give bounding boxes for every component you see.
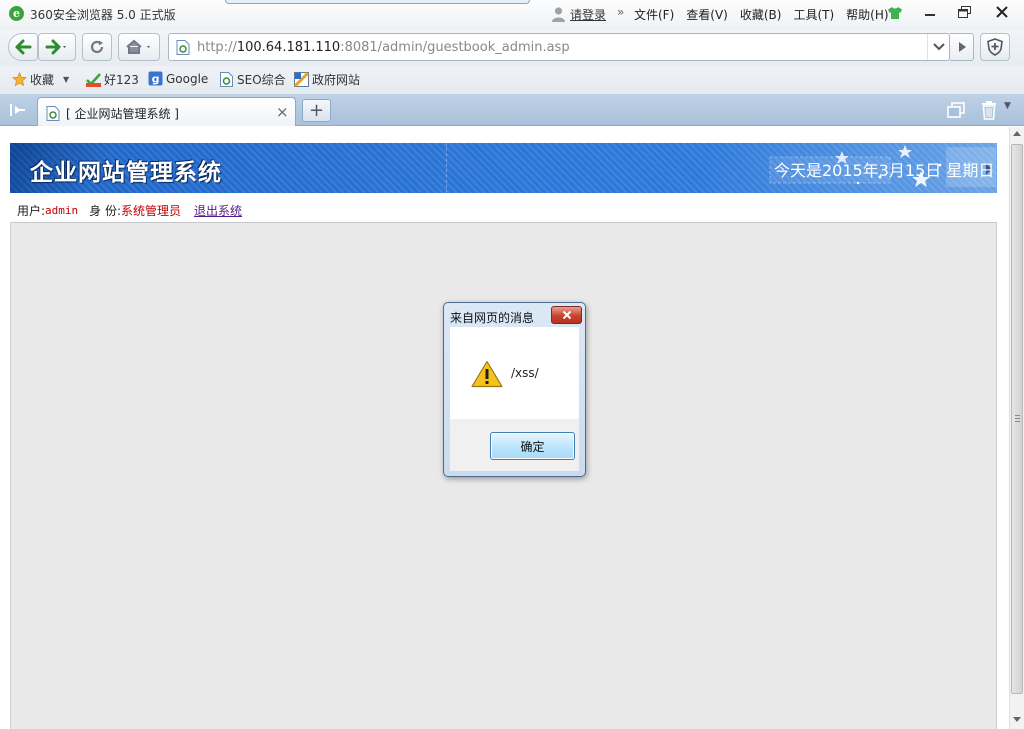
bookmark-seo-label: SEO综合 — [237, 73, 286, 87]
minimize-icon — [925, 14, 935, 16]
refresh-icon — [90, 40, 104, 54]
banner-divider — [446, 143, 447, 193]
site-banner: 企业网站管理系统 今天是2015年3月15日 星期日 — [10, 143, 997, 193]
scroll-up-icon[interactable] — [1013, 131, 1021, 136]
address-url-path: :8081/admin/guestbook_admin.asp — [340, 40, 570, 55]
user-label: 用户: — [17, 203, 46, 218]
home-icon — [126, 39, 150, 54]
tab-bar: [ 企业网站管理系统 ] × + ▼ — [0, 94, 1024, 126]
user-value: admin — [45, 203, 79, 217]
bookmark-hao123[interactable]: 好123 — [86, 71, 139, 88]
sidebar-toggle-icon[interactable] — [9, 102, 27, 118]
close-icon — [996, 6, 1008, 18]
logout-link[interactable]: 退出系统 — [194, 202, 242, 219]
app-logo-icon: e — [9, 6, 24, 21]
page-icon — [46, 106, 60, 121]
bookmark-seo[interactable]: SEO综合 — [219, 71, 286, 88]
bookmark-google-label: Google — [166, 71, 209, 86]
new-tab-icon[interactable]: + — [302, 99, 331, 122]
back-arrow-icon — [15, 39, 32, 55]
dialog-message: /xss/ — [511, 366, 539, 380]
site-title: 企业网站管理系统 — [30, 159, 222, 186]
login-link[interactable]: 请登录 — [570, 6, 606, 23]
tab-close-icon[interactable]: × — [276, 103, 289, 121]
scrollbar-grip-icon — [1015, 415, 1020, 422]
role-value: 系统管理员 — [121, 203, 182, 218]
go-arrow-icon — [958, 42, 966, 52]
menu-favorites[interactable]: 收藏(B) — [740, 6, 782, 23]
title-bar-tab-sliver — [225, 0, 530, 4]
address-bar[interactable]: http://100.64.181.110:8081/admin/guestbo… — [168, 33, 950, 61]
tab-active[interactable]: [ 企业网站管理系统 ] × — [37, 97, 296, 126]
dialog-body: /xss/ — [450, 327, 579, 419]
minimize-button[interactable] — [913, 0, 947, 24]
bookmark-favorites-dropdown-icon: ▼ — [63, 75, 70, 84]
shirt-skin-icon[interactable] — [887, 6, 903, 20]
maximize-icon — [957, 6, 971, 18]
banner-date: 今天是2015年3月15日 星期日 — [774, 161, 995, 180]
menu-file[interactable]: 文件(F) — [634, 6, 674, 23]
bookmark-hao123-label: 好123 — [104, 73, 139, 87]
star-icon — [12, 72, 27, 87]
security-shield-button[interactable] — [980, 33, 1010, 61]
address-url[interactable]: http://100.64.181.110:8081/admin/guestbo… — [197, 40, 570, 55]
forward-arrow-icon — [45, 39, 66, 55]
address-dropdown-button[interactable] — [927, 34, 949, 60]
navigation-bar: http://100.64.181.110:8081/admin/guestbo… — [0, 30, 1024, 66]
title-bar: e 360安全浏览器 5.0 正式版 请登录 » 文件(F) 查看(V) 收藏(… — [0, 0, 1024, 30]
role-label: 身 份: — [89, 203, 122, 218]
scrollbar-thumb[interactable] — [1011, 144, 1023, 694]
trash-icon[interactable] — [980, 100, 998, 120]
dialog-close-button[interactable] — [551, 306, 582, 324]
bookmark-google[interactable]: g Google — [148, 71, 208, 86]
dialog-title: 来自网页的消息 — [450, 311, 535, 325]
bookmark-gov-label: 政府网站 — [312, 73, 361, 87]
ie-page-icon — [220, 72, 233, 87]
back-button[interactable] — [8, 33, 38, 61]
menu-tools[interactable]: 工具(T) — [793, 6, 834, 23]
address-url-host: 100.64.181.110 — [236, 40, 341, 55]
ok-button[interactable]: 确定 — [490, 432, 575, 460]
menu-help[interactable]: 帮助(H) — [846, 6, 888, 23]
bookmark-favorites-label: 收藏 — [30, 73, 55, 87]
tab-title: [ 企业网站管理系统 ] — [66, 107, 179, 121]
shield-icon — [987, 38, 1003, 56]
user-info-bar: 用户: admin 身 份: 系统管理员 退出系统 — [10, 198, 997, 222]
google-icon: g — [148, 71, 163, 86]
vertical-scrollbar[interactable] — [1009, 127, 1024, 729]
home-button[interactable] — [118, 33, 160, 61]
alert-dialog: 来自网页的消息 /xss/ 确定 — [443, 302, 586, 477]
address-url-scheme: http:// — [197, 40, 237, 55]
warning-icon — [471, 360, 503, 388]
maximize-button[interactable] — [947, 0, 981, 24]
scroll-down-icon[interactable] — [1013, 717, 1021, 722]
close-icon — [562, 310, 571, 320]
page-icon — [176, 40, 190, 55]
gov-icon — [294, 72, 309, 87]
go-button[interactable] — [950, 33, 974, 61]
dropdown-icon — [932, 43, 945, 51]
dialog-footer: 确定 — [450, 419, 579, 471]
app-title: 360安全浏览器 5.0 正式版 — [30, 8, 176, 22]
restore-tabs-icon[interactable] — [947, 102, 965, 118]
svg-text:g: g — [152, 73, 160, 86]
bookmark-favorites[interactable]: 收藏 ▼ — [12, 71, 69, 88]
forward-button[interactable] — [38, 33, 76, 61]
menu-overflow-icon[interactable]: » — [617, 5, 624, 19]
menu-view[interactable]: 查看(V) — [686, 6, 728, 23]
bookmark-gov[interactable]: 政府网站 — [294, 71, 360, 88]
login-user-icon[interactable] — [551, 6, 566, 22]
close-window-button[interactable] — [984, 0, 1020, 24]
hao-icon — [86, 73, 101, 87]
bookmarks-bar: 收藏 ▼ 好123 g Google SEO综合 政府网站 — [0, 66, 1024, 94]
trash-dropdown-icon[interactable]: ▼ — [1004, 101, 1011, 111]
menu-bar: 文件(F) 查看(V) 收藏(B) 工具(T) 帮助(H) — [634, 6, 889, 23]
refresh-button[interactable] — [82, 33, 112, 61]
